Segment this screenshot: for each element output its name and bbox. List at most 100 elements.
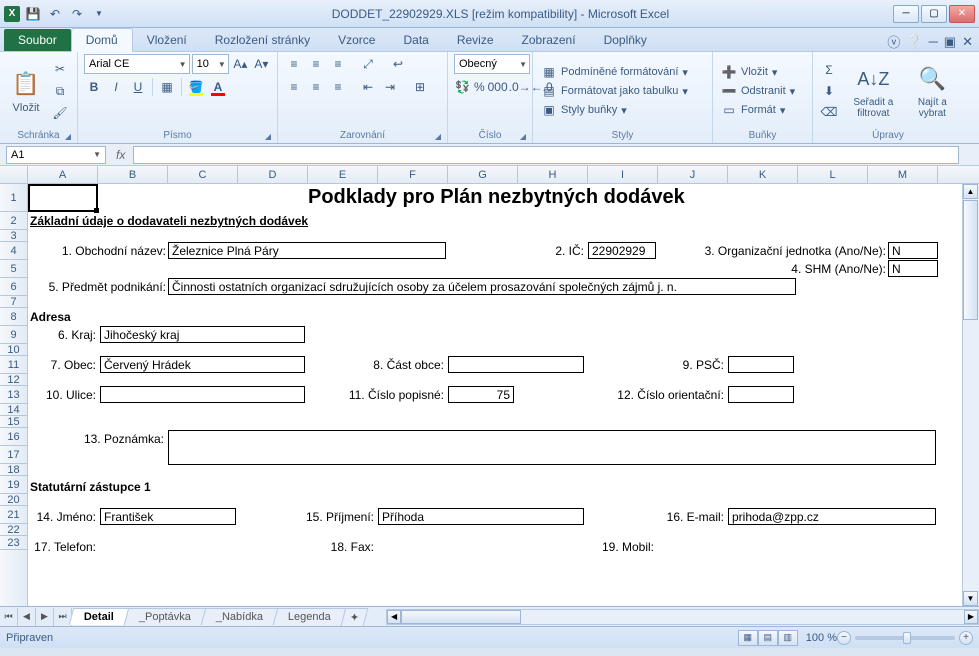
field-ulice[interactable] [100,386,305,403]
currency-icon[interactable]: 💱 [454,77,471,97]
doc-minimize-icon[interactable]: ─ [929,34,938,49]
field-poznamka[interactable] [168,430,936,465]
bold-icon[interactable]: B [84,77,104,97]
tab-data[interactable]: Data [389,29,442,51]
zoom-slider[interactable] [855,636,955,640]
select-all-corner[interactable] [0,166,28,183]
new-sheet-button[interactable]: ✦ [340,608,368,626]
column-header[interactable]: E [308,166,378,183]
fill-icon[interactable]: ⬇ [819,81,839,101]
insert-cells-button[interactable]: ➕Vložit ▾ [719,63,797,81]
font-launcher-icon[interactable]: ◢ [265,132,271,141]
column-header[interactable]: G [448,166,518,183]
field-org[interactable]: N [888,242,938,259]
qat-dropdown-icon[interactable]: ▼ [90,5,108,23]
row-header[interactable]: 1 [0,184,27,212]
tab-review[interactable]: Revize [443,29,508,51]
row-header[interactable]: 2 [0,212,27,230]
view-normal-icon[interactable]: ▦ [738,630,758,646]
row-header[interactable]: 10 [0,344,27,356]
formula-input[interactable] [133,146,959,164]
column-header[interactable]: M [868,166,938,183]
wrap-text-icon[interactable]: ↩ [388,54,408,74]
sheet-nav-next-icon[interactable]: ▶ [36,608,54,626]
view-page-layout-icon[interactable]: ▤ [758,630,778,646]
sheet-tab-legenda[interactable]: Legenda [273,608,346,625]
grow-font-icon[interactable]: A▴ [231,54,250,74]
column-header[interactable]: C [168,166,238,183]
sheet-tab-detail[interactable]: Detail [69,608,130,625]
field-cp[interactable]: 75 [448,386,514,403]
increase-indent-icon[interactable]: ⇥ [380,77,400,97]
minimize-button[interactable]: ─ [893,5,919,23]
column-header[interactable]: I [588,166,658,183]
border-icon[interactable]: ▦ [157,77,177,97]
row-header[interactable]: 15 [0,416,27,428]
zoom-in-button[interactable]: + [959,631,973,645]
row-header[interactable]: 16 [0,428,27,446]
number-format-select[interactable]: Obecný▼ [454,54,530,74]
cells-grid[interactable]: Podklady pro Plán nezbytných dodávek Zák… [28,184,979,606]
number-launcher-icon[interactable]: ◢ [520,132,526,141]
minimize-ribbon-icon[interactable]: ⓥ [887,32,900,51]
row-header[interactable]: 20 [0,494,27,506]
align-right-icon[interactable]: ≡ [328,77,348,97]
zoom-out-button[interactable]: − [837,631,851,645]
row-header[interactable]: 23 [0,536,27,550]
doc-restore-icon[interactable]: ▣ [944,34,956,50]
row-header[interactable]: 5 [0,260,27,278]
font-size-select[interactable]: 10▼ [192,54,229,74]
name-box[interactable]: A1▼ [6,146,106,164]
vertical-scrollbar[interactable]: ▲ ▼ [962,184,979,606]
tab-view[interactable]: Zobrazení [508,29,590,51]
shrink-font-icon[interactable]: A▾ [252,54,271,74]
field-shm[interactable]: N [888,260,938,277]
column-header[interactable]: J [658,166,728,183]
column-header[interactable]: L [798,166,868,183]
cell-styles-button[interactable]: ▣Styly buňky ▾ [539,101,690,119]
delete-cells-button[interactable]: ➖Odstranit ▾ [719,82,797,100]
row-header[interactable]: 21 [0,506,27,524]
scroll-up-icon[interactable]: ▲ [963,184,978,199]
row-header[interactable]: 3 [0,230,27,242]
vscroll-thumb[interactable] [963,200,978,320]
row-header[interactable]: 11 [0,356,27,374]
sheet-tab-poptavka[interactable]: _Poptávka [124,608,207,625]
format-cells-button[interactable]: ▭Formát ▾ [719,101,797,119]
percent-icon[interactable]: % [473,77,486,97]
conditional-formatting-button[interactable]: ▦Podmíněné formátování ▾ [539,63,690,81]
horizontal-scrollbar[interactable]: ◀ ▶ [386,609,979,625]
font-color-icon[interactable]: A [208,77,228,97]
find-select-button[interactable]: 🔍 Najít a vybrat [908,61,957,121]
maximize-button[interactable]: ▢ [921,5,947,23]
row-header[interactable]: 14 [0,404,27,416]
redo-icon[interactable]: ↷ [68,5,86,23]
comma-icon[interactable]: 000 [488,77,508,97]
field-subject[interactable]: Činnosti ostatních organizací sdružující… [168,278,796,295]
format-as-table-button[interactable]: ▤Formátovat jako tabulku ▾ [539,82,690,100]
column-header[interactable]: B [98,166,168,183]
align-top-icon[interactable]: ≡ [284,54,304,74]
align-center-icon[interactable]: ≡ [306,77,326,97]
field-obec[interactable]: Červený Hrádek [100,356,305,373]
format-painter-icon[interactable]: 🖌 [50,103,70,123]
field-cast[interactable] [448,356,584,373]
fill-color-icon[interactable]: 🪣 [186,77,206,97]
autosum-icon[interactable]: Σ [819,60,839,80]
font-name-select[interactable]: Arial CE▼ [84,54,190,74]
sheet-nav-first-icon[interactable]: ⏮ [0,608,18,626]
close-button[interactable]: ✕ [949,5,975,23]
row-header[interactable]: 4 [0,242,27,260]
tab-formulas[interactable]: Vzorce [324,29,389,51]
row-header[interactable]: 6 [0,278,27,296]
field-psc[interactable] [728,356,794,373]
align-bottom-icon[interactable]: ≡ [328,54,348,74]
cut-icon[interactable]: ✂ [50,59,70,79]
undo-icon[interactable]: ↶ [46,5,64,23]
decrease-indent-icon[interactable]: ⇤ [358,77,378,97]
column-header[interactable]: F [378,166,448,183]
align-left-icon[interactable]: ≡ [284,77,304,97]
zoom-level[interactable]: 100 % [806,632,837,644]
view-page-break-icon[interactable]: ▥ [778,630,798,646]
scroll-left-icon[interactable]: ◀ [387,610,401,624]
